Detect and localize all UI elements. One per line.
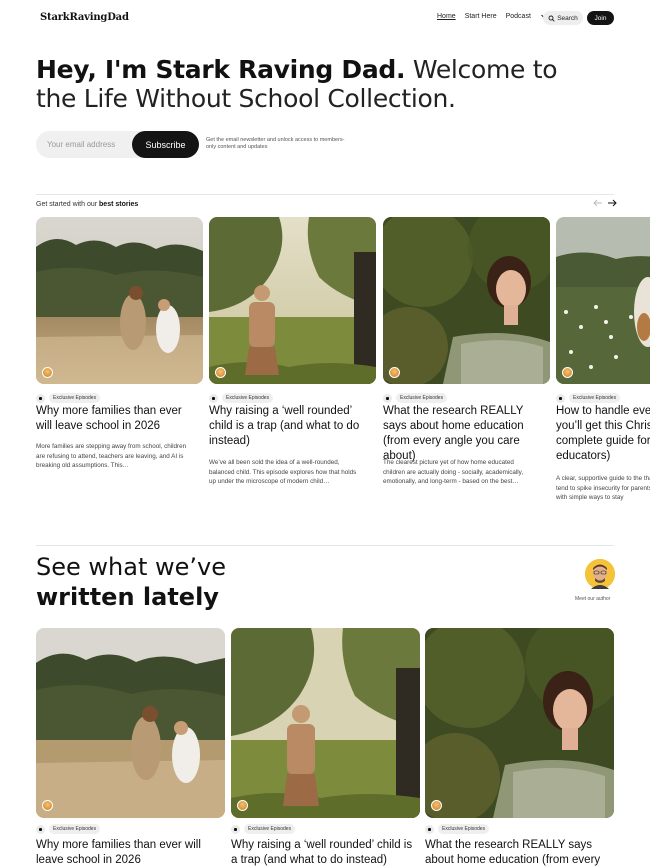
arrow-right-icon[interactable] bbox=[607, 199, 617, 207]
badge: Exclusive Episodes bbox=[425, 824, 490, 834]
latest-heading-line1: See what we’ve bbox=[36, 553, 226, 581]
lock-icon bbox=[556, 393, 565, 403]
story-title[interactable]: Why raising a ‘well rounded’ child is a … bbox=[209, 404, 369, 449]
story-image-girl-meadow[interactable] bbox=[556, 217, 650, 384]
latest-title[interactable]: What the research REALLY says about home… bbox=[425, 838, 610, 867]
story-excerpt: The clearest picture yet of how home edu… bbox=[383, 459, 524, 485]
latest-heading: See what we’ve written lately bbox=[36, 552, 226, 612]
site-logo[interactable]: StarkRavingDad bbox=[40, 12, 129, 23]
story-excerpt: More families are stepping away from sch… bbox=[36, 443, 187, 469]
author-avatar-small bbox=[431, 800, 442, 811]
author-avatar-small bbox=[42, 367, 53, 378]
badge: Exclusive Episodes bbox=[231, 824, 296, 834]
best-stories-label-bold: best stories bbox=[99, 201, 139, 208]
nav-start-here[interactable]: Start Here bbox=[465, 13, 497, 20]
story-excerpt: A clear, supportive guide to the that te… bbox=[556, 475, 650, 501]
author-avatar-small bbox=[42, 800, 53, 811]
search-label: Search bbox=[557, 14, 578, 22]
story-title[interactable]: How to handle ever you’ll get this Chris… bbox=[556, 404, 650, 464]
latest-title[interactable]: Why more families than ever will leave s… bbox=[36, 838, 221, 867]
author-avatar-small bbox=[389, 367, 400, 378]
latest-heading-line2: written lately bbox=[36, 583, 219, 611]
subscribe-button[interactable]: Subscribe bbox=[132, 131, 199, 158]
join-button[interactable]: Join bbox=[587, 11, 614, 25]
story-title[interactable]: What the research REALLY says about home… bbox=[383, 404, 543, 464]
author-avatar-small bbox=[562, 367, 573, 378]
main-nav: Home Start Here Podcast bbox=[437, 12, 548, 20]
author-avatar-small bbox=[215, 367, 226, 378]
badge-label: Exclusive Episodes bbox=[49, 393, 101, 403]
badge-label: Exclusive Episodes bbox=[222, 393, 274, 403]
story-image-girls-running[interactable] bbox=[36, 217, 203, 384]
badge-label: Exclusive Episodes bbox=[438, 824, 490, 834]
latest-title[interactable]: Why raising a ‘well rounded’ child is a … bbox=[231, 838, 416, 867]
badge-label: Exclusive Episodes bbox=[569, 393, 621, 403]
author-avatar[interactable] bbox=[585, 559, 615, 589]
badge: Exclusive Episodes bbox=[383, 393, 448, 403]
newsletter-form: Subscribe bbox=[36, 131, 199, 158]
best-stories-label: Get started with our best stories bbox=[36, 201, 138, 208]
carousel-arrows bbox=[593, 199, 617, 207]
lock-icon bbox=[209, 393, 218, 403]
story-excerpt: We’ve all been sold the idea of a well-r… bbox=[209, 459, 357, 485]
latest-image-girl-portrait[interactable] bbox=[425, 628, 614, 818]
story-card[interactable]: Exclusive Episodes How to handle ever yo… bbox=[556, 217, 650, 517]
lock-icon bbox=[383, 393, 392, 403]
badge: Exclusive Episodes bbox=[209, 393, 274, 403]
email-input[interactable] bbox=[36, 131, 136, 158]
hero-headline-bold: Hey, I'm Stark Raving Dad. bbox=[36, 55, 406, 84]
site-header: StarkRavingDad Home Start Here Podcast S… bbox=[0, 0, 650, 36]
nav-podcast[interactable]: Podcast bbox=[506, 13, 531, 20]
newsletter-note: Get the email newsletter and unlock acce… bbox=[206, 137, 345, 150]
lock-icon bbox=[425, 824, 434, 834]
best-stories-label-prefix: Get started with our bbox=[36, 201, 100, 208]
arrow-left-icon[interactable] bbox=[593, 199, 603, 207]
divider bbox=[36, 545, 614, 546]
badge-label: Exclusive Episodes bbox=[244, 824, 296, 834]
lock-icon bbox=[231, 824, 240, 834]
latest-image-girl-garden[interactable] bbox=[231, 628, 420, 818]
author-avatar-small bbox=[237, 800, 248, 811]
search-button[interactable]: Search bbox=[543, 11, 583, 25]
lock-icon bbox=[36, 393, 45, 403]
search-icon bbox=[548, 15, 555, 22]
story-image-girl-portrait[interactable] bbox=[383, 217, 550, 384]
story-title[interactable]: Why more families than ever will leave s… bbox=[36, 404, 196, 434]
latest-image-girls-running[interactable] bbox=[36, 628, 225, 818]
badge: Exclusive Episodes bbox=[556, 393, 621, 403]
story-image-girl-garden[interactable] bbox=[209, 217, 376, 384]
nav-home[interactable]: Home bbox=[437, 13, 456, 20]
divider bbox=[36, 194, 614, 195]
badge-label: Exclusive Episodes bbox=[396, 393, 448, 403]
author-label[interactable]: Meet our author bbox=[575, 596, 610, 602]
badge-label: Exclusive Episodes bbox=[49, 824, 101, 834]
badge: Exclusive Episodes bbox=[36, 393, 101, 403]
hero-headline: Hey, I'm Stark Raving Dad. Welcome to th… bbox=[36, 55, 596, 113]
badge: Exclusive Episodes bbox=[36, 824, 101, 834]
lock-icon bbox=[36, 824, 45, 834]
